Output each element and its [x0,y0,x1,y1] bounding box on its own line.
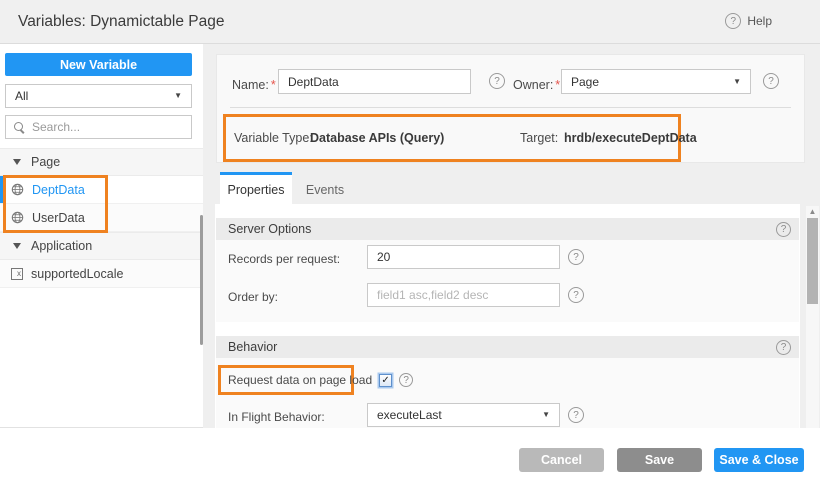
chevron-down-icon: ▼ [174,92,182,100]
name-help-icon[interactable]: ? [489,73,505,89]
chevron-down-icon: ▼ [733,78,741,86]
owner-value: Page [571,75,599,89]
model-variable-icon: x [11,268,23,280]
behavior-title: Behavior [228,340,277,354]
variable-filter-value: All [15,89,28,103]
variable-tree: Page DeptData UserData Application x sup… [0,148,203,288]
records-per-request-label: Records per request: [228,252,340,266]
in-flight-behavior-select[interactable]: executeLast ▼ [367,403,560,427]
chevron-down-icon: ▼ [542,411,550,419]
help-circle-icon: ? [725,13,741,29]
tree-item-label: DeptData [32,183,85,197]
card-divider [230,107,791,108]
service-variable-globe-icon [11,183,24,196]
tree-group-label: Page [31,155,60,169]
owner-help-icon[interactable]: ? [763,73,779,89]
order-by-label: Order by: [228,290,278,304]
new-variable-button[interactable]: New Variable [5,53,192,76]
main-scrollbar-thumb[interactable] [807,218,818,304]
in-flight-behavior-label: In Flight Behavior: [228,410,325,424]
search-icon [14,122,25,133]
tree-group-application[interactable]: Application [0,232,203,260]
tree-item-supportedlocale[interactable]: x supportedLocale [0,260,203,288]
save-button[interactable]: Save [617,448,702,472]
request-on-load-label: Request data on page load [228,373,372,387]
behavior-help-icon[interactable]: ? [776,340,791,355]
target-label: Target: [520,131,558,145]
highlight-box-variable-type: Variable Type: Database APIs (Query) Tar… [223,114,681,162]
behavior-header: Behavior ? [216,336,799,358]
owner-select[interactable]: Page ▼ [561,69,751,94]
tree-group-label: Application [31,239,92,253]
request-on-load-checkbox[interactable]: ✓ [379,374,392,387]
order-by-help-icon[interactable]: ? [568,287,584,303]
variable-filter-select[interactable]: All ▼ [5,84,192,108]
save-and-close-button[interactable]: Save & Close [714,448,804,472]
title-bar: Variables: Dynamictable Page ? Help [0,0,820,44]
tree-item-label: supportedLocale [31,267,123,281]
variable-search[interactable] [5,115,192,139]
help-link[interactable]: ? Help [725,13,772,29]
name-label: Name:* [232,78,276,92]
tree-item-deptdata[interactable]: DeptData [0,176,203,204]
footer-bar: Cancel Save Save & Close [0,428,820,488]
records-per-request-input[interactable] [367,245,560,269]
server-options-header: Server Options ? [216,218,799,240]
search-input[interactable] [32,120,172,134]
properties-panel: Server Options ? Records per request: ? … [215,204,800,428]
tab-properties[interactable]: Properties [220,172,292,204]
server-options-title: Server Options [228,222,311,236]
name-input[interactable] [278,69,471,94]
tab-events[interactable]: Events [292,175,358,204]
owner-label: Owner:* [513,78,560,92]
server-options-help-icon[interactable]: ? [776,222,791,237]
highlight-box-request-on-load: Request data on page load ✓ ? [218,365,354,395]
scroll-up-arrow-icon[interactable]: ▲ [806,206,819,218]
cancel-button[interactable]: Cancel [519,448,604,472]
tree-item-label: UserData [32,211,85,225]
collapse-triangle-icon [13,159,21,165]
variables-sidebar: New Variable All ▼ Page DeptData UserDat… [0,44,203,428]
in-flight-behavior-value: executeLast [377,408,442,422]
variable-type-label: Variable Type: [234,131,313,145]
page-title: Variables: Dynamictable Page [18,0,225,43]
tree-group-page[interactable]: Page [0,148,203,176]
order-by-input[interactable] [367,283,560,307]
in-flight-help-icon[interactable]: ? [568,407,584,423]
required-asterisk: * [555,78,560,92]
variable-type-value: Database APIs (Query) [310,131,444,145]
target-value: hrdb/executeDeptData [564,131,697,145]
variable-editor-main: Name:* ? Owner:* Page ▼ ? Variable Type:… [203,44,820,428]
collapse-triangle-icon [13,243,21,249]
variable-summary-card: Name:* ? Owner:* Page ▼ ? Variable Type:… [216,54,805,163]
required-asterisk: * [271,78,276,92]
help-label: Help [747,14,772,28]
tree-item-userdata[interactable]: UserData [0,204,203,232]
service-variable-globe-icon [11,211,24,224]
records-help-icon[interactable]: ? [568,249,584,265]
